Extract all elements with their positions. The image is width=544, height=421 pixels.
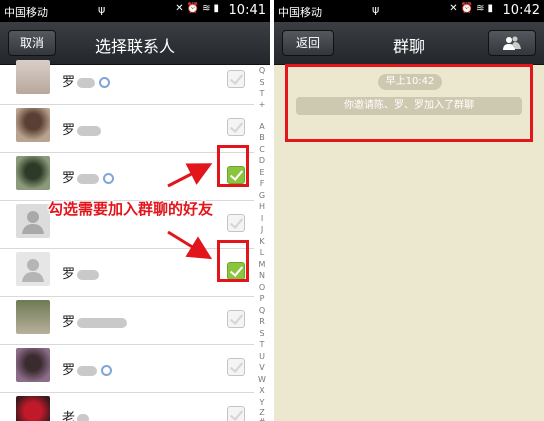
group-chat-screen: 中国移动 ψ ✕⏰≋▮ 10:42 返回 群聊 早上10:42 你邀请陈、罗、罗… [274,0,544,421]
clock: 10:42 [502,3,540,18]
group-members-button[interactable] [488,30,536,56]
system-message: 你邀请陈、罗、罗加入了群聊 [296,97,522,115]
navigation-bar: 返回 群聊 [274,22,544,65]
message-timestamp: 早上10:42 [378,74,442,90]
annotation-label: 勾选需要加入群聊的好友 [48,200,214,218]
status-icons: ✕⏰≋▮ [449,3,496,14]
usb-icon: ψ [372,3,380,16]
carrier-label: 中国移动 [278,6,322,19]
group-members-icon [503,36,521,50]
contact-picker-screen: 中国移动 ψ ✕⏰≋▮ 10:41 取消 选择联系人 罗 罗 罗 罗 罗 罗 老… [0,0,270,421]
status-bar: 中国移动 ψ ✕⏰≋▮ 10:42 [274,0,544,22]
